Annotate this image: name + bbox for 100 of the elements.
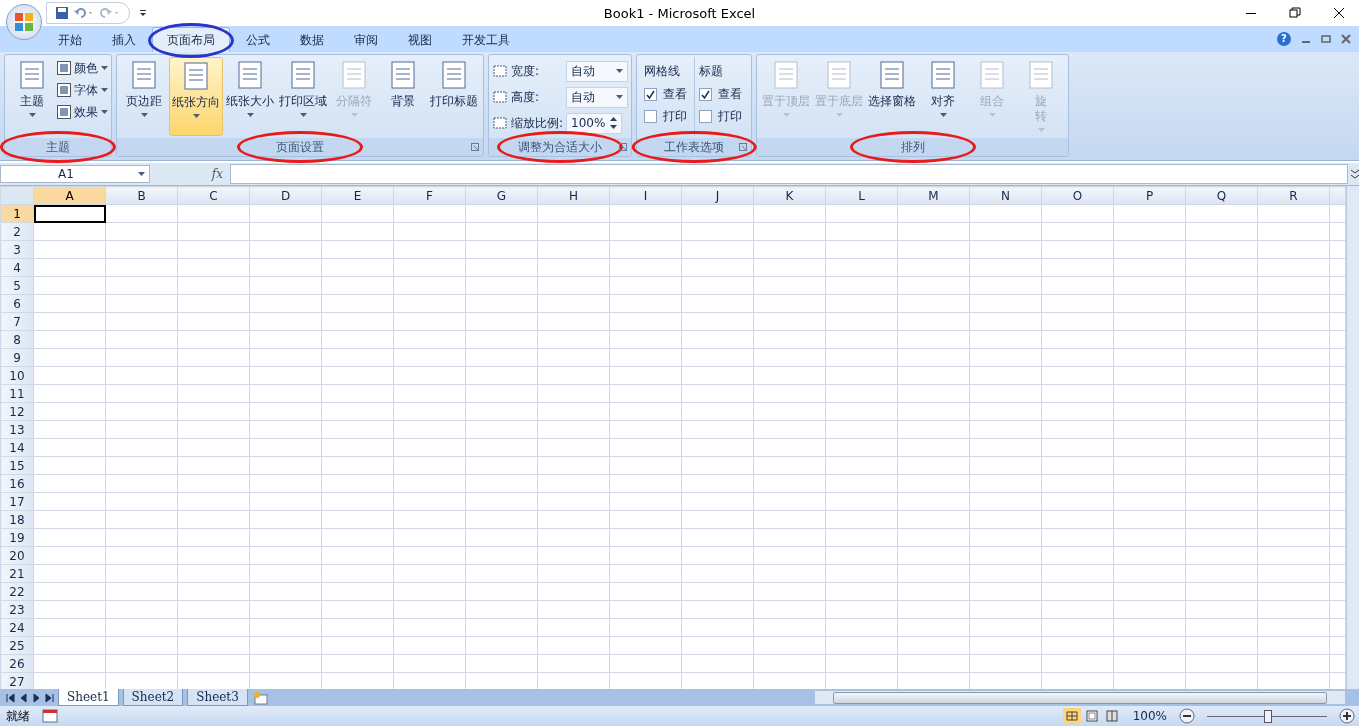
nav-arrow-icon[interactable] xyxy=(32,692,41,703)
dropdown-field[interactable]: 自动 xyxy=(566,60,628,82)
group-title: 调整为合适大小 xyxy=(518,138,602,156)
dialog-launcher-icon[interactable] xyxy=(619,143,627,151)
ribbon-tab[interactable]: 公式 xyxy=(232,28,284,52)
ribbon-button[interactable]: 选择窗格 xyxy=(866,57,918,136)
ribbon-tab[interactable]: 视图 xyxy=(394,28,446,52)
size-icon xyxy=(492,63,508,79)
column-header[interactable]: Q xyxy=(1185,186,1258,205)
zoom-in-icon[interactable] xyxy=(1339,708,1355,724)
document-icon xyxy=(877,60,907,90)
ribbon-button[interactable]: 主题 xyxy=(8,57,56,136)
window-title: Book1 - Microsoft Excel xyxy=(602,5,757,21)
column-header[interactable]: F xyxy=(393,186,466,205)
zoom-out-icon[interactable] xyxy=(1179,708,1195,724)
ribbon-tab[interactable]: 插入 xyxy=(98,28,150,52)
horizontal-scrollbar[interactable] xyxy=(815,691,1345,704)
column-header[interactable]: P xyxy=(1113,186,1186,205)
column-header[interactable]: O xyxy=(1041,186,1114,205)
column-header[interactable]: C xyxy=(177,186,250,205)
column-header[interactable]: M xyxy=(897,186,970,205)
zoom-slider-thumb[interactable] xyxy=(1264,709,1272,723)
ribbon-tab[interactable]: 开发工具 xyxy=(448,28,524,52)
column-header[interactable]: A xyxy=(33,186,106,205)
size-icon xyxy=(492,115,508,131)
size-icon xyxy=(492,89,508,105)
ribbon-button[interactable]: 打印标题 xyxy=(428,57,480,136)
save-icon[interactable] xyxy=(55,6,69,20)
ribbon-button[interactable]: 对齐 xyxy=(919,57,967,136)
dropdown-field[interactable]: 自动 xyxy=(566,86,628,108)
document-icon xyxy=(771,60,801,90)
vertical-scrollbar[interactable] xyxy=(1346,186,1359,689)
customize-icon[interactable] xyxy=(138,8,148,18)
formula-input[interactable] xyxy=(230,164,1348,184)
column-header[interactable]: R xyxy=(1257,186,1330,205)
column-header[interactable]: J xyxy=(681,186,754,205)
sheet-tab[interactable]: Sheet3 xyxy=(187,689,248,706)
swatch-icon xyxy=(57,105,71,119)
document-icon xyxy=(388,60,418,90)
zoom-level[interactable]: 100% xyxy=(1132,709,1167,723)
checkbox[interactable]: 打印 xyxy=(644,107,687,125)
column-header[interactable]: L xyxy=(825,186,898,205)
ribbon-button[interactable]: 页边距 xyxy=(120,57,168,136)
status-text: 就绪 xyxy=(6,707,30,725)
nav-arrow-icon[interactable] xyxy=(19,692,28,703)
document-icon xyxy=(439,60,469,90)
help-button[interactable]: ? xyxy=(1277,32,1291,46)
column-header[interactable]: K xyxy=(753,186,826,205)
column-header[interactable]: H xyxy=(537,186,610,205)
sheet-tab[interactable]: Sheet1 xyxy=(58,689,119,706)
ribbon-button[interactable]: 背景 xyxy=(379,57,427,136)
column-header[interactable]: D xyxy=(249,186,322,205)
column-header[interactable]: G xyxy=(465,186,538,205)
column-header[interactable]: N xyxy=(969,186,1042,205)
name-box[interactable]: A1 xyxy=(0,165,150,183)
office-button[interactable] xyxy=(6,4,42,40)
ribbon-tab[interactable]: 数据 xyxy=(286,28,338,52)
spin-arrows-icon[interactable] xyxy=(610,117,617,129)
close-icon[interactable] xyxy=(1333,7,1345,19)
new-sheet-icon[interactable] xyxy=(251,690,270,705)
ribbon-tab[interactable]: 审阅 xyxy=(340,28,392,52)
ribbon-button[interactable]: 字体 xyxy=(57,81,108,99)
spin-field[interactable]: 100% xyxy=(566,112,622,134)
macro-record-icon[interactable] xyxy=(42,709,58,723)
document-icon xyxy=(288,60,318,90)
column-header[interactable]: I xyxy=(609,186,682,205)
ribbon-tab[interactable]: 开始 xyxy=(44,28,96,52)
caret-icon xyxy=(616,69,623,73)
column-header[interactable]: B xyxy=(105,186,178,205)
column-header[interactable]: E xyxy=(321,186,394,205)
field-label: 高度: xyxy=(511,88,541,106)
document-icon xyxy=(235,60,265,90)
expand-icon[interactable] xyxy=(1351,169,1359,179)
checkbox[interactable]: 查看 xyxy=(699,85,742,103)
document-icon xyxy=(824,60,854,90)
ribbon-button[interactable]: 颜色 xyxy=(57,59,108,77)
document-icon xyxy=(977,60,1007,90)
ribbon-button[interactable]: 效果 xyxy=(57,103,108,121)
checkbox[interactable]: 查看 xyxy=(644,85,687,103)
nav-arrow-icon[interactable] xyxy=(45,692,54,703)
caret-icon xyxy=(616,95,623,99)
ribbon-button[interactable]: 纸张大小 xyxy=(224,57,276,136)
document-icon xyxy=(339,60,369,90)
checkbox[interactable]: 打印 xyxy=(699,107,742,125)
document-icon xyxy=(1026,60,1056,90)
normal-view-icon[interactable] xyxy=(1062,708,1081,724)
dialog-launcher-icon[interactable] xyxy=(739,143,747,151)
restore-icon[interactable] xyxy=(1289,7,1301,19)
ribbon-tab[interactable]: 页面布局 xyxy=(152,27,230,52)
dialog-launcher-icon[interactable] xyxy=(471,143,479,151)
swatch-icon xyxy=(57,61,71,75)
active-cell[interactable] xyxy=(33,204,106,223)
nav-arrow-icon[interactable] xyxy=(6,692,15,703)
insert-function-button[interactable]: fx xyxy=(153,167,227,181)
field-label: 缩放比例: xyxy=(511,114,563,132)
undo-icon[interactable] xyxy=(73,6,95,20)
sheet-tab[interactable]: Sheet2 xyxy=(122,689,184,706)
ribbon-button[interactable]: 纸张方向 xyxy=(169,57,223,136)
ribbon-button[interactable]: 打印区域 xyxy=(277,57,329,136)
checkmark-icon xyxy=(701,89,710,99)
